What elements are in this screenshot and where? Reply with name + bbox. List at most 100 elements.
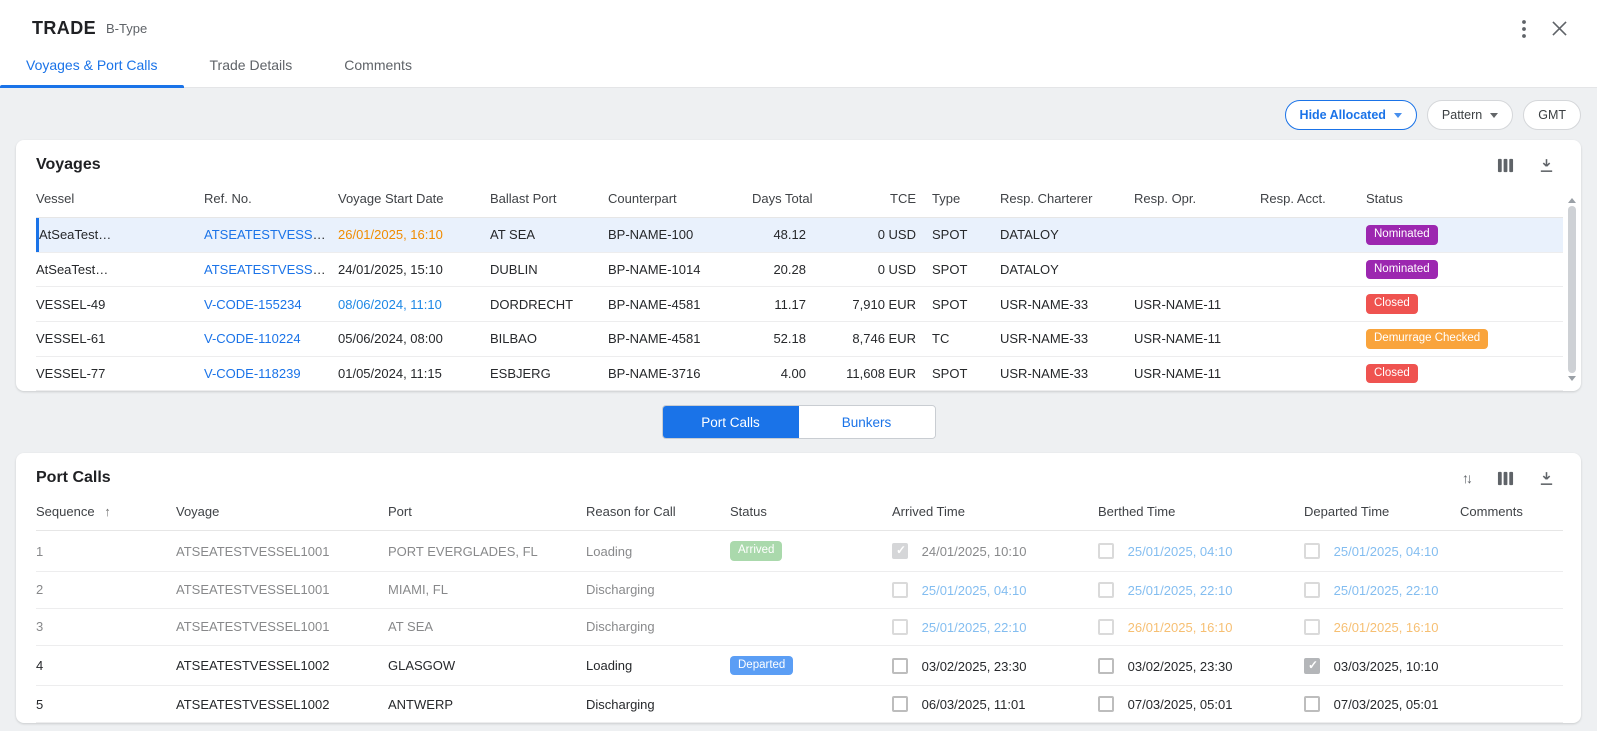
berthed-time-cell[interactable]: 25/01/2025, 04:10 — [1098, 531, 1304, 572]
voyage-row[interactable]: AtSeaTest… ATSEATESTVESSEL1001 24/01/202… — [36, 252, 1563, 287]
col-berthed-time[interactable]: Berthed Time — [1098, 493, 1304, 531]
arrived-time[interactable]: 25/01/2025, 22:10 — [922, 620, 1027, 635]
departed-checkbox[interactable] — [1304, 696, 1320, 712]
col-departed-time[interactable]: Departed Time — [1304, 493, 1460, 531]
voyage-row[interactable]: VESSEL-49 V-CODE-155234 08/06/2024, 11:1… — [36, 287, 1563, 322]
departed-checkbox[interactable] — [1304, 619, 1320, 635]
voyage-row[interactable]: VESSEL-61 V-CODE-110224 05/06/2024, 08:0… — [36, 321, 1563, 356]
arrived-time-cell[interactable]: 25/01/2025, 22:10 — [892, 608, 1098, 645]
arrived-time-cell[interactable]: 24/01/2025, 10:10 — [892, 531, 1098, 572]
columns-icon[interactable] — [1497, 157, 1514, 174]
col-comments[interactable]: Comments — [1460, 493, 1563, 531]
col-tce[interactable]: TCE — [822, 180, 932, 218]
berthed-time[interactable]: 03/02/2025, 23:30 — [1128, 659, 1233, 674]
tab-voyages-port-calls[interactable]: Voyages & Port Calls — [0, 55, 184, 87]
col-counterpart[interactable]: Counterpart — [608, 180, 752, 218]
arrived-time[interactable]: 24/01/2025, 10:10 — [922, 544, 1027, 559]
departed-checkbox[interactable] — [1304, 543, 1320, 559]
berthed-checkbox[interactable] — [1098, 582, 1114, 598]
close-button[interactable] — [1552, 21, 1567, 36]
col-status[interactable]: Status — [1366, 180, 1563, 218]
ref-no-link[interactable]: ATSEATESTVESSEL1002 — [204, 227, 338, 242]
berthed-time-cell[interactable]: 07/03/2025, 05:01 — [1098, 686, 1304, 723]
toggle-port-calls[interactable]: Port Calls — [663, 406, 799, 438]
columns-icon[interactable] — [1497, 470, 1514, 487]
col-resp-opr[interactable]: Resp. Opr. — [1134, 180, 1260, 218]
arrived-time[interactable]: 25/01/2025, 04:10 — [922, 583, 1027, 598]
arrived-time[interactable]: 06/03/2025, 11:01 — [922, 697, 1026, 712]
berthed-time-cell[interactable]: 25/01/2025, 22:10 — [1098, 571, 1304, 608]
port-call-row[interactable]: 4 ATSEATESTVESSEL1002 GLASGOW Loading De… — [36, 645, 1563, 686]
voyage-row[interactable]: AtSeaTest… ATSEATESTVESSEL1002 26/01/202… — [36, 218, 1563, 253]
arrived-time-cell[interactable]: 06/03/2025, 11:01 — [892, 686, 1098, 723]
col-port[interactable]: Port — [388, 493, 586, 531]
col-arrived-time[interactable]: Arrived Time — [892, 493, 1098, 531]
tab-comments[interactable]: Comments — [318, 55, 438, 87]
departed-time[interactable]: 25/01/2025, 22:10 — [1334, 583, 1439, 598]
departed-time-cell[interactable]: 07/03/2025, 05:01 — [1304, 686, 1460, 723]
arrived-checkbox[interactable] — [892, 582, 908, 598]
berthed-time-cell[interactable]: 26/01/2025, 16:10 — [1098, 608, 1304, 645]
berthed-time[interactable]: 25/01/2025, 04:10 — [1128, 544, 1233, 559]
departed-time-cell[interactable]: 25/01/2025, 04:10 — [1304, 531, 1460, 572]
col-vessel[interactable]: Vessel — [36, 180, 204, 218]
download-icon[interactable] — [1538, 157, 1555, 174]
ref-no-link[interactable]: V-CODE-155234 — [204, 297, 302, 312]
departed-time[interactable]: 07/03/2025, 05:01 — [1334, 697, 1439, 712]
berthed-checkbox[interactable] — [1098, 619, 1114, 635]
scroll-up-icon[interactable] — [1568, 198, 1576, 203]
col-resp-acct[interactable]: Resp. Acct. — [1260, 180, 1366, 218]
col-days-total[interactable]: Days Total — [752, 180, 822, 218]
arrived-checkbox[interactable] — [892, 619, 908, 635]
sort-icon[interactable]: ↑↓ — [1462, 470, 1473, 486]
timezone-button[interactable]: GMT — [1523, 100, 1581, 130]
tab-trade-details[interactable]: Trade Details — [184, 55, 319, 87]
berthed-time[interactable]: 26/01/2025, 16:10 — [1128, 620, 1233, 635]
scroll-down-icon[interactable] — [1568, 376, 1576, 381]
berthed-time-cell[interactable]: 03/02/2025, 23:30 — [1098, 645, 1304, 686]
voyages-scrollbar[interactable] — [1566, 196, 1578, 383]
port-call-row[interactable]: 3 ATSEATESTVESSEL1001 AT SEA Discharging… — [36, 608, 1563, 645]
col-sequence[interactable]: Sequence ↑ — [36, 493, 176, 531]
scrollbar-thumb[interactable] — [1568, 206, 1576, 373]
arrived-time[interactable]: 03/02/2025, 23:30 — [922, 659, 1027, 674]
arrived-checkbox[interactable] — [892, 696, 908, 712]
ref-no-link[interactable]: ATSEATESTVESSEL1001 — [204, 262, 338, 277]
col-resp-charterer[interactable]: Resp. Charterer — [1000, 180, 1134, 218]
arrived-time-cell[interactable]: 03/02/2025, 23:30 — [892, 645, 1098, 686]
kebab-menu-button[interactable] — [1522, 20, 1526, 38]
col-status[interactable]: Status — [730, 493, 892, 531]
departed-time[interactable]: 25/01/2025, 04:10 — [1334, 544, 1439, 559]
voyage-row[interactable]: VESSEL-77 V-CODE-118239 01/05/2024, 11:1… — [36, 356, 1563, 391]
toggle-bunkers[interactable]: Bunkers — [799, 406, 935, 438]
col-type[interactable]: Type — [932, 180, 1000, 218]
berthed-checkbox[interactable] — [1098, 543, 1114, 559]
port-call-row[interactable]: 2 ATSEATESTVESSEL1001 MIAMI, FL Discharg… — [36, 571, 1563, 608]
ref-no-link[interactable]: V-CODE-110224 — [204, 331, 301, 346]
departed-time[interactable]: 26/01/2025, 16:10 — [1334, 620, 1439, 635]
departed-time-cell[interactable]: 25/01/2025, 22:10 — [1304, 571, 1460, 608]
col-voyage[interactable]: Voyage — [176, 493, 388, 531]
departed-time-cell[interactable]: 03/03/2025, 10:10 — [1304, 645, 1460, 686]
departed-checkbox[interactable] — [1304, 582, 1320, 598]
arrived-checkbox[interactable] — [892, 658, 908, 674]
berthed-time[interactable]: 25/01/2025, 22:10 — [1128, 583, 1233, 598]
col-reason-for-call[interactable]: Reason for Call — [586, 493, 730, 531]
hide-allocated-button[interactable]: Hide Allocated — [1285, 100, 1417, 130]
col-ref-no[interactable]: Ref. No. — [204, 180, 338, 218]
port-call-row[interactable]: 1 ATSEATESTVESSEL1001 PORT EVERGLADES, F… — [36, 531, 1563, 572]
berthed-time[interactable]: 07/03/2025, 05:01 — [1128, 697, 1233, 712]
berthed-checkbox[interactable] — [1098, 696, 1114, 712]
col-ballast-port[interactable]: Ballast Port — [490, 180, 608, 218]
arrived-checkbox[interactable] — [892, 543, 908, 559]
ref-no-link[interactable]: V-CODE-118239 — [204, 366, 301, 381]
port-call-row[interactable]: 5 ATSEATESTVESSEL1002 ANTWERP Dischargin… — [36, 686, 1563, 723]
departed-checkbox[interactable] — [1304, 658, 1320, 674]
departed-time-cell[interactable]: 26/01/2025, 16:10 — [1304, 608, 1460, 645]
download-icon[interactable] — [1538, 470, 1555, 487]
pattern-button[interactable]: Pattern — [1427, 100, 1513, 130]
arrived-time-cell[interactable]: 25/01/2025, 04:10 — [892, 571, 1098, 608]
berthed-checkbox[interactable] — [1098, 658, 1114, 674]
col-voyage-start-date[interactable]: Voyage Start Date — [338, 180, 490, 218]
departed-time[interactable]: 03/03/2025, 10:10 — [1334, 659, 1439, 674]
